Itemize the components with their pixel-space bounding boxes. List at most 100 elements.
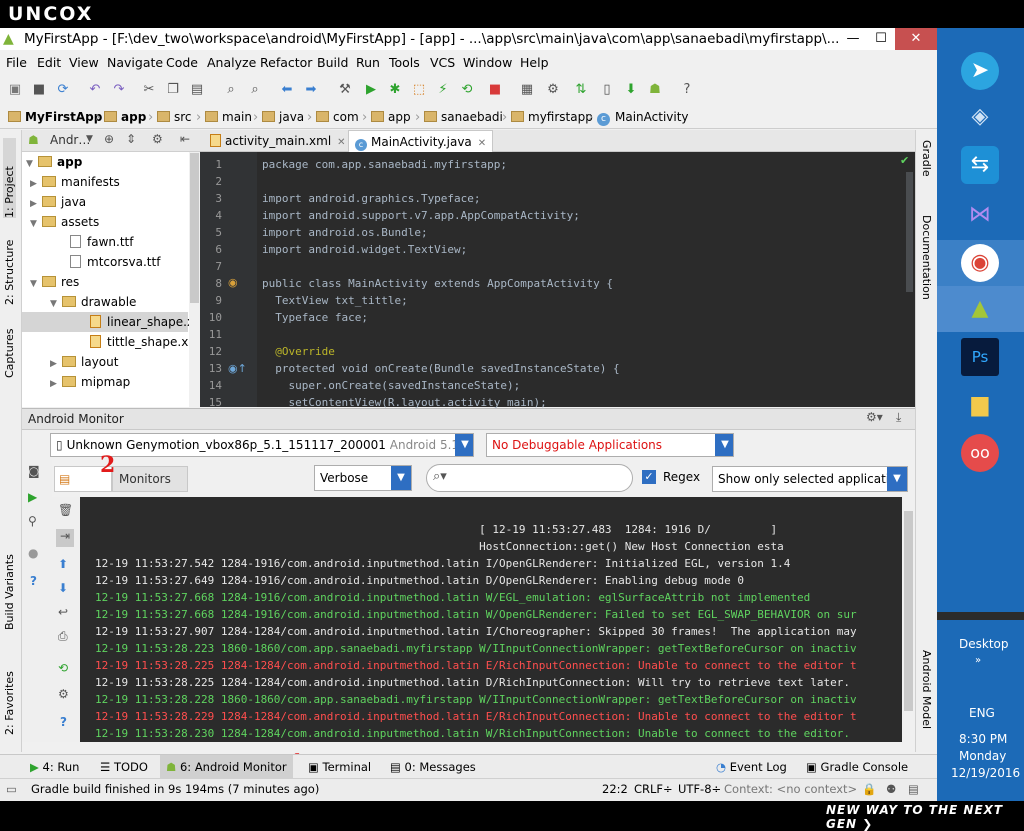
tree-item[interactable]: mtcorsva.ttf	[70, 253, 160, 271]
redo-icon[interactable]: ↷	[110, 81, 128, 99]
close-icon[interactable]: ✕	[337, 137, 345, 148]
tab-android-monitor[interactable]: ☗ 6: Android Monitor	[160, 755, 293, 779]
project-structure-icon[interactable]: ▦	[518, 81, 536, 99]
menu-view[interactable]: View	[69, 52, 99, 74]
apply-changes-icon[interactable]: ⚡	[434, 81, 452, 99]
crumb-project[interactable]: MyFirstApp	[8, 109, 102, 126]
tab-activity-main-xml[interactable]: activity_main.xml ✕	[204, 130, 352, 152]
gear-icon[interactable]: ⚙▾	[866, 410, 883, 424]
crumb-java[interactable]: java	[262, 109, 304, 126]
menu-window[interactable]: Window	[463, 52, 512, 74]
crumb-app-package[interactable]: app	[371, 109, 411, 126]
minimize-button[interactable]: —	[839, 28, 867, 50]
android-device-monitor-icon[interactable]: ☗	[646, 81, 664, 99]
filter-dropdown[interactable]: Show only selected application ▼	[712, 466, 908, 492]
tree-item[interactable]: tittle_shape.xm	[90, 333, 200, 351]
file-explorer-icon[interactable]: ▆	[961, 386, 999, 424]
tree-item[interactable]: fawn.ttf	[70, 233, 133, 251]
down-arrow-icon[interactable]: ⬇	[58, 581, 68, 595]
scroll-from-source-icon[interactable]: ⊕	[104, 132, 114, 146]
tree-item[interactable]: ▼ app	[26, 153, 82, 173]
desktop-toolbar[interactable]: Desktop	[959, 637, 1009, 651]
menu-file[interactable]: File	[6, 52, 27, 74]
back-icon[interactable]: ⬅	[278, 81, 296, 99]
tab-project[interactable]: 1: Project	[3, 138, 16, 218]
system-info-icon[interactable]: ⚲	[28, 514, 37, 528]
lock-icon[interactable]: 🔒	[862, 779, 876, 800]
tab-android-model[interactable]: Android Model	[920, 650, 933, 729]
sdk-manager-icon[interactable]: ⬇	[622, 81, 640, 99]
hide-panel-icon[interactable]: ⤓	[896, 410, 901, 425]
menu-navigate[interactable]: Navigate	[107, 52, 163, 74]
telegram-icon[interactable]: ➤	[961, 52, 999, 90]
help-icon[interactable]: ?	[678, 81, 696, 99]
crumb-myfirstapp[interactable]: myfirstapp	[511, 109, 593, 126]
avd-manager-icon[interactable]: ▯	[598, 81, 616, 99]
chevron-down-icon[interactable]: ▼	[887, 467, 907, 491]
logcat-output[interactable]: [ 12-19 11:53:27.483 1284: 1916 D/ ] Hos…	[80, 497, 902, 742]
event-icon[interactable]: ▤	[908, 779, 919, 800]
tree-item[interactable]: ▶ java	[30, 193, 86, 213]
restart-icon[interactable]: ⟲	[58, 661, 68, 675]
class-marker-icon[interactable]: ◉	[228, 276, 238, 289]
debug-icon[interactable]: ✱	[386, 81, 404, 99]
maximize-button[interactable]: ☐	[867, 28, 895, 50]
inspector-icon[interactable]: ⚉	[886, 779, 896, 800]
find-icon[interactable]: ⌕	[222, 81, 240, 99]
terminate-icon[interactable]: ●	[28, 546, 38, 560]
tab-monitors[interactable]: Monitors →⁎	[112, 466, 188, 510]
menu-edit[interactable]: Edit	[37, 52, 61, 74]
status-toggle-icon[interactable]: ▭	[6, 779, 17, 800]
sync-icon[interactable]: ⟳	[54, 81, 72, 99]
hide-panel-icon[interactable]: ⇤	[180, 132, 190, 146]
tree-item[interactable]: ▶ layout	[50, 353, 118, 373]
tab-build-variants[interactable]: Build Variants	[3, 554, 16, 630]
soft-wrap-icon[interactable]: ↩	[58, 605, 68, 619]
context-label[interactable]: Context: <no context>	[724, 779, 857, 800]
project-scrollbar-thumb[interactable]	[190, 153, 199, 303]
replace-icon[interactable]: ⌕	[246, 81, 264, 99]
tab-gradle-console[interactable]: ▣ Gradle Console	[806, 755, 908, 779]
stop-icon[interactable]: ■	[486, 81, 504, 99]
clear-logcat-icon[interactable]: 🗑	[58, 503, 73, 517]
tree-item[interactable]: ▶ mipmap	[50, 373, 130, 393]
menu-help[interactable]: Help	[520, 52, 549, 74]
crumb-com[interactable]: com	[316, 109, 359, 126]
override-marker-icon[interactable]: ◉↑	[228, 362, 247, 375]
line-separator[interactable]: CRLF÷	[634, 779, 673, 800]
screen-record-icon[interactable]: ▶	[28, 490, 37, 504]
clock-day[interactable]: Monday	[959, 749, 1006, 763]
attach-icon[interactable]: ⬚	[410, 81, 428, 99]
photoshop-icon[interactable]: Ps	[961, 338, 999, 376]
tab-gradle[interactable]: Gradle	[920, 140, 933, 177]
up-arrow-icon[interactable]: ⬆	[58, 557, 68, 571]
tab-todo[interactable]: ☰ TODO	[100, 755, 148, 779]
tab-run[interactable]: ▶ 4: Run	[30, 755, 79, 779]
process-dropdown[interactable]: No Debuggable Applications ▼	[486, 433, 734, 457]
tree-item[interactable]: ▼ assets	[30, 213, 99, 233]
menu-tools[interactable]: Tools	[389, 52, 420, 74]
chevron-down-icon[interactable]: »	[975, 655, 981, 666]
tab-mainactivity-java[interactable]: c MainActivity.java ✕	[348, 130, 494, 152]
log-level-dropdown[interactable]: Verbose ▼	[314, 465, 412, 491]
open-icon[interactable]: ▣	[6, 81, 24, 99]
tree-item[interactable]: ▶ manifests	[30, 173, 120, 193]
crumb-main[interactable]: main	[205, 109, 252, 126]
file-encoding[interactable]: UTF-8÷	[678, 779, 721, 800]
tab-documentation[interactable]: Documentation	[920, 215, 933, 300]
tab-favorites[interactable]: 2: Favorites	[3, 665, 16, 735]
settings-icon[interactable]: ⚙	[544, 81, 562, 99]
editor-scrollbar-thumb[interactable]	[906, 172, 913, 292]
logcat-scrollbar[interactable]	[902, 497, 915, 742]
menu-refactor[interactable]: Refactor	[260, 52, 312, 74]
tab-terminal[interactable]: ▣ Terminal	[308, 755, 371, 779]
make-project-icon[interactable]: ⚒	[336, 81, 354, 99]
menu-code[interactable]: Code	[166, 52, 198, 74]
close-button[interactable]: ✕	[895, 28, 937, 50]
menu-vcs[interactable]: VCS	[430, 52, 455, 74]
collapse-all-icon[interactable]: ⇕	[126, 132, 136, 146]
tab-event-log[interactable]: ◔ Event Log	[716, 755, 787, 779]
chrome-icon[interactable]: ◉	[961, 244, 999, 282]
gear-icon[interactable]: ⚙	[58, 687, 69, 701]
chevron-down-icon[interactable]: ▼	[86, 134, 93, 144]
